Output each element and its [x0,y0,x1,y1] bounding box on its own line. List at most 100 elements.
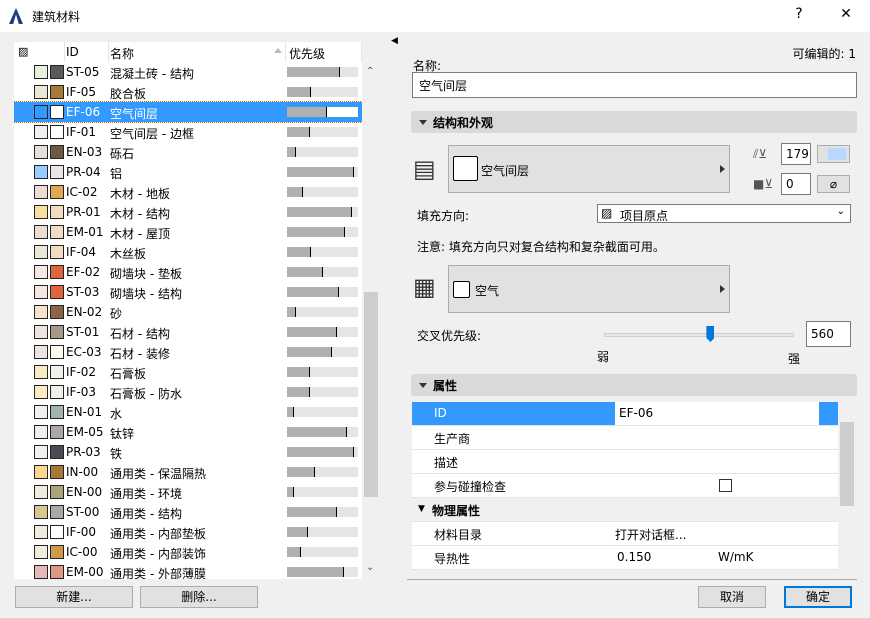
priority-bar-fill [287,267,324,277]
material-id: IF-02 [66,365,97,379]
pen-input[interactable]: 179 [781,143,811,165]
properties-scroll-thumb[interactable] [840,422,854,506]
table-row[interactable]: EM-01 木材 - 屋顶 [14,222,362,242]
fill-swatch [34,325,48,339]
fill-swatch [34,345,48,359]
thermal-value[interactable]: 0.150 [617,550,651,564]
material-id: IF-01 [66,125,97,139]
fill-swatch [34,205,48,219]
help-button[interactable]: ? [789,6,809,22]
table-row[interactable]: ST-03 砌墙块 - 结构 [14,282,362,302]
material-name: 石材 - 结构 [110,327,170,341]
table-row[interactable]: IC-00 通用类 - 内部装饰 [14,542,362,562]
surface-fill-button[interactable]: 空气间层 [448,145,730,193]
material-id: EN-01 [66,405,103,419]
table-row[interactable]: IF-04 木丝板 [14,242,362,262]
material-list[interactable]: ▨ ID 名称 优先级 ST-05 混凝土砖 - 结构 IF-05 胶合板 EF… [14,42,362,579]
property-row-catalog[interactable]: 材料目录 打开对话框... [412,522,838,546]
material-id: IF-04 [66,245,97,259]
list-scroll-thumb[interactable] [364,292,378,497]
material-name: 空气间层 [110,107,159,121]
table-row[interactable]: EC-03 石材 - 装修 [14,342,362,362]
properties-table[interactable]: ID EF-06 生产商 描述 参与碰撞检查 ▼ 物理属性 材料目录 打开对话框..… [412,402,838,570]
priority-slider-thumb[interactable] [706,326,715,342]
id-input[interactable]: EF-06 [615,402,819,425]
fill-swatch [34,85,48,99]
scroll-down-icon[interactable]: ⌄ [366,562,374,573]
column-name[interactable]: 名称 [110,45,134,62]
priority-bar [287,507,358,517]
properties-scrollbar[interactable] [839,402,855,570]
property-row-description[interactable]: 描述 [412,450,838,474]
table-row[interactable]: EF-02 砌墙块 - 垫板 [14,262,362,282]
material-id: ST-01 [66,325,100,339]
table-row[interactable]: EN-01 水 [14,402,362,422]
scroll-up-icon[interactable]: ⌃ [366,66,374,77]
group-physical[interactable]: ▼ 物理属性 [412,498,838,522]
priority-bar [287,167,358,177]
table-row[interactable]: IN-00 通用类 - 保温隔热 [14,462,362,482]
column-id[interactable]: ID [66,45,79,59]
open-dialog-link[interactable]: 打开对话框... [615,526,686,543]
table-row[interactable]: IC-02 木材 - 地板 [14,182,362,202]
priority-slider-track[interactable] [604,333,794,337]
property-row-maker[interactable]: 生产商 [412,426,838,450]
collision-checkbox[interactable] [719,479,732,492]
material-id: EF-02 [66,265,101,279]
column-priority[interactable]: 优先级 [289,45,325,62]
table-row[interactable]: ST-05 混凝土砖 - 结构 [14,62,362,82]
property-row-thermal[interactable]: 导热性 0.150 W/mK [412,546,838,570]
table-row[interactable]: EF-06 空气间层 [14,101,362,123]
name-input[interactable]: 空气间层 [412,72,857,98]
material-name: 通用类 - 环境 [110,487,182,501]
background-pen-input[interactable]: 0 [781,173,811,195]
priority-bar-fill [287,507,337,517]
property-row-collision[interactable]: 参与碰撞检查 [412,474,838,498]
table-row[interactable]: EM-05 钛锌 [14,422,362,442]
material-name: 混凝土砖 - 结构 [110,67,194,81]
table-row[interactable]: EM-00 通用类 - 外部薄膜 [14,562,362,579]
priority-bar [287,567,358,577]
cancel-button[interactable]: 取消 [698,586,766,608]
material-id: ST-05 [66,65,100,79]
priority-bar [287,427,358,437]
ok-button[interactable]: 确定 [784,586,852,608]
table-row[interactable]: EN-02 砂 [14,302,362,322]
fill-direction-select[interactable]: ▨ 项目原点 ⌄ [597,204,851,223]
fill-swatch [34,285,48,299]
no-pen-button[interactable]: ⌀ [817,175,850,193]
delete-button[interactable]: 删除... [140,586,258,608]
table-row[interactable]: PR-04 铝 [14,162,362,182]
collapse-panel-icon[interactable]: ◀ [391,36,398,46]
thermal-unit: W/mK [718,550,754,564]
strong-label: 强 [788,352,801,366]
table-row[interactable]: EN-03 砾石 [14,142,362,162]
priority-bar [287,447,358,457]
section-structure[interactable]: 结构和外观 [411,111,857,133]
pen-color-button[interactable] [817,145,850,163]
material-id: IC-02 [66,185,98,199]
new-button[interactable]: 新建... [15,586,133,608]
cut-fill-button[interactable]: 空气 [448,265,730,313]
table-row[interactable]: PR-03 铁 [14,442,362,462]
table-row[interactable]: PR-01 木材 - 结构 [14,202,362,222]
table-row[interactable]: IF-02 石膏板 [14,362,362,382]
table-row[interactable]: IF-00 通用类 - 内部垫板 [14,522,362,542]
table-row[interactable]: ST-00 通用类 - 结构 [14,502,362,522]
fill-swatch [34,505,48,519]
material-name: 砾石 [110,147,135,161]
priority-bar-fill [287,207,352,217]
fill-direction-label: 填充方向: [417,209,470,223]
section-properties[interactable]: 属性 [411,374,857,396]
table-row[interactable]: EN-00 通用类 - 环境 [14,482,362,502]
priority-bar-fill [287,107,327,117]
table-row[interactable]: IF-05 胶合板 [14,82,362,102]
priority-bar-fill [287,147,297,157]
table-row[interactable]: ST-01 石材 - 结构 [14,322,362,342]
table-row[interactable]: IF-03 石膏板 - 防水 [14,382,362,402]
fill-swatch [34,165,48,179]
table-row[interactable]: IF-01 空气间层 - 边框 [14,122,362,142]
close-button[interactable]: ✕ [836,6,856,22]
priority-input[interactable]: 560 [806,321,851,347]
property-row-id[interactable]: ID EF-06 [412,402,838,426]
